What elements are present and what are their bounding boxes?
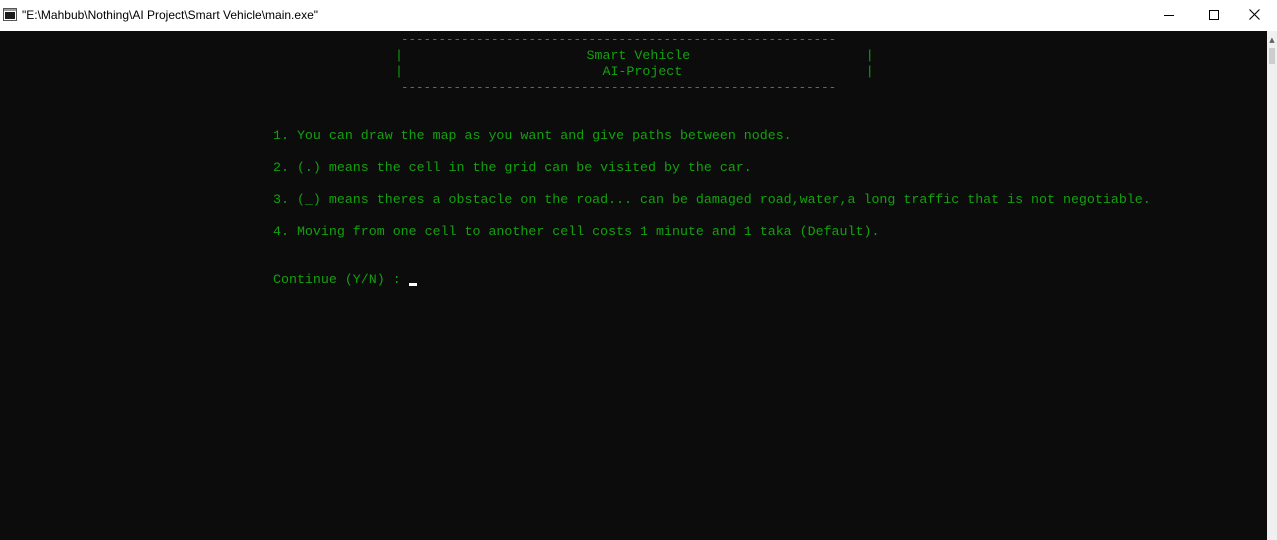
instruction-line: 2. (.) means the cell in the grid can be… [273,160,752,175]
instruction-line: 3. (_) means theres a obstacle on the ro… [273,192,1151,207]
console-app-icon[interactable] [3,8,17,21]
continue-prompt: Continue (Y/N) : [273,272,401,287]
close-button[interactable] [1231,0,1277,31]
text-cursor [409,283,417,286]
maximize-icon [1209,7,1219,25]
scroll-up-button[interactable]: ▲ [1267,31,1277,48]
banner-subtitle: | AI-Project | [395,64,874,79]
vertical-scrollbar[interactable]: ▲ [1267,31,1277,540]
instruction-line: 4. Moving from one cell to another cell … [273,224,880,239]
banner-border-bottom: ----------------------------------------… [401,81,837,95]
minimize-button[interactable] [1146,0,1192,31]
arrow-up-icon: ▲ [1269,35,1275,44]
console-window: "E:\Mahbub\Nothing\AI Project\Smart Vehi… [0,0,1277,540]
banner-border-top: ----------------------------------------… [401,33,837,47]
instruction-line: 1. You can draw the map as you want and … [273,128,792,143]
scroll-thumb[interactable] [1269,48,1275,64]
window-title: "E:\Mahbub\Nothing\AI Project\Smart Vehi… [22,8,318,22]
banner-title: | Smart Vehicle | [395,48,874,63]
close-icon [1248,7,1260,25]
console-output[interactable]: ----------------------------------------… [0,31,1267,540]
title-bar[interactable]: "E:\Mahbub\Nothing\AI Project\Smart Vehi… [0,0,1277,31]
minimize-icon [1164,7,1174,25]
